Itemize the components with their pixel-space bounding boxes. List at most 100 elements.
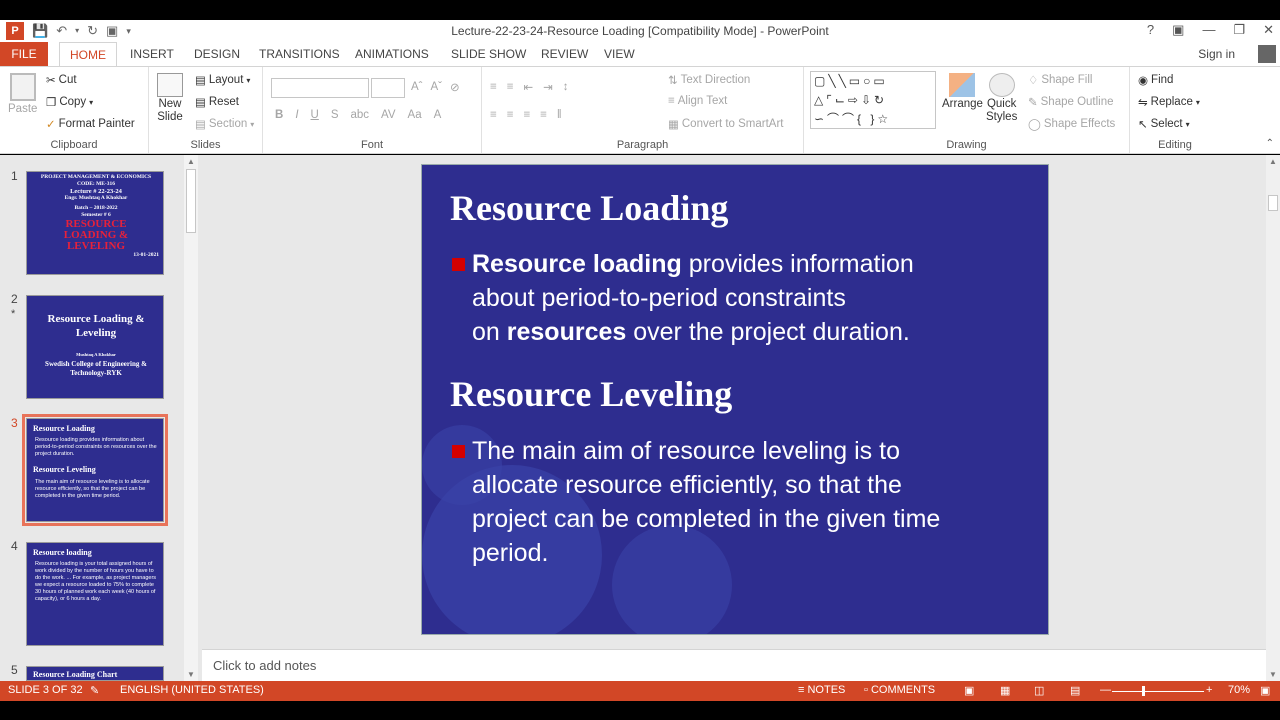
shadow-icon[interactable]: S (331, 109, 339, 121)
align-right-icon[interactable]: ≡ (523, 109, 530, 121)
slide-text: provides information (681, 250, 914, 278)
zoom-out-icon[interactable]: — (1100, 684, 1111, 696)
shapes-gallery[interactable]: ▢╲╲▭○▭ △⌜⌙⇨⇩↻ ∽⌒⌒{ }☆ (810, 71, 936, 129)
font-size-dropdown[interactable] (371, 78, 405, 98)
columns-icon[interactable]: ‖ (557, 109, 562, 121)
slide-thumbnail-3[interactable]: Resource Loading Resource loading provid… (22, 414, 168, 526)
clear-formatting-icon[interactable]: ⊘ (450, 80, 460, 94)
slide-heading-2[interactable]: Resource Leveling (450, 373, 732, 415)
decrease-font-icon[interactable]: Aˇ (431, 81, 443, 93)
slide-thumbnail-4[interactable]: Resource loading Resource loading is you… (26, 542, 164, 646)
increase-font-icon[interactable]: Aˆ (411, 81, 423, 93)
decrease-indent-icon[interactable]: ⇤ (523, 80, 533, 94)
increase-indent-icon[interactable]: ⇥ (543, 80, 553, 94)
ribbon-display-options-icon[interactable]: ▣ (1172, 22, 1184, 38)
restore-icon[interactable]: ❐ (1233, 22, 1245, 38)
copy-button[interactable]: ❐ Copy ▾ (46, 95, 93, 109)
italic-icon[interactable]: I (295, 109, 298, 121)
zoom-slider-thumb[interactable] (1141, 686, 1145, 696)
tab-home[interactable]: HOME (59, 42, 117, 66)
sign-in-link[interactable]: Sign in (1198, 47, 1235, 61)
language-indicator[interactable]: ENGLISH (UNITED STATES) (120, 684, 264, 696)
close-icon[interactable]: ✕ (1263, 22, 1274, 38)
tab-insert[interactable]: INSERT (120, 42, 184, 66)
help-icon[interactable]: ? (1147, 22, 1154, 38)
thumbnail-text: Resource loading provides information ab… (35, 437, 157, 457)
slide-sorter-view-icon[interactable]: ▦ (1000, 684, 1010, 697)
notes-button[interactable]: ≡ NOTES (798, 684, 845, 696)
font-color-icon[interactable]: A (434, 109, 442, 121)
paragraph-group-label: Paragraph (616, 139, 669, 151)
find-button[interactable]: ◉ Find (1138, 73, 1173, 87)
character-spacing-icon[interactable]: AV (381, 109, 396, 121)
thumbnails-scroll-thumb[interactable] (186, 169, 196, 233)
layout-button[interactable]: ▤ Layout ▾ (195, 73, 250, 87)
tab-slide-show[interactable]: SLIDE SHOW (441, 42, 536, 66)
zoom-slider-track[interactable] (1112, 691, 1204, 692)
reset-button[interactable]: ▤ Reset (195, 95, 239, 109)
slide-thumbnail-1[interactable]: PROJECT MANAGEMENT & ECONOMICS CODE: ME-… (26, 171, 164, 275)
thumbnail-text: Batch – 2018-2022 (74, 205, 118, 211)
numbering-icon[interactable]: ≡ (507, 81, 514, 93)
replace-button[interactable]: ⇋ Replace ▾ (1138, 95, 1200, 109)
font-name-dropdown[interactable] (271, 78, 369, 98)
tab-file[interactable]: FILE (0, 42, 48, 66)
text-direction-button[interactable]: ⇅ Text Direction (668, 73, 750, 87)
tab-animations[interactable]: ANIMATIONS (345, 42, 439, 66)
slide-scroll-thumb[interactable] (1268, 195, 1278, 211)
thumbnails-scrollbar[interactable]: ▲ ▼ (184, 155, 198, 681)
zoom-in-icon[interactable]: + (1206, 684, 1212, 696)
slide-text-line: on resources over the project duration. (472, 315, 1008, 349)
slide-scrollbar[interactable]: ▲ ▼ (1266, 155, 1280, 681)
arrange-button[interactable]: Arrange (942, 73, 983, 110)
change-case-icon[interactable]: Aa (408, 109, 422, 121)
justify-icon[interactable]: ≡ (540, 109, 547, 121)
slide-thumbnail-2[interactable]: Resource Loading & Leveling Mushtaq A Kh… (26, 295, 164, 399)
notes-pane[interactable]: Click to add notes (202, 649, 1266, 681)
shape-outline-button[interactable]: ✎ Shape Outline (1028, 95, 1114, 109)
tab-transitions[interactable]: TRANSITIONS (249, 42, 350, 66)
reading-view-icon[interactable]: ◫ (1034, 684, 1044, 697)
slideshow-view-icon[interactable]: ▤ (1070, 684, 1080, 697)
quick-styles-button[interactable]: Quick Styles (986, 73, 1017, 123)
convert-smartart-button[interactable]: ▦ Convert to SmartArt (668, 117, 784, 131)
comments-button[interactable]: ▫ COMMENTS (864, 684, 935, 696)
align-left-icon[interactable]: ≡ (490, 109, 497, 121)
format-painter-button[interactable]: ✓ Format Painter (46, 117, 135, 131)
user-avatar[interactable] (1258, 45, 1276, 63)
align-text-button[interactable]: ≡ Align Text (668, 95, 727, 107)
scroll-up-icon[interactable]: ▲ (1269, 157, 1277, 166)
line-spacing-icon[interactable]: ↕ (563, 81, 569, 93)
slide-heading-1[interactable]: Resource Loading (450, 187, 728, 229)
paste-button[interactable]: Paste (8, 73, 37, 115)
slide-thumbnail-5[interactable]: Resource Loading Chart (26, 666, 164, 681)
spelling-check-icon[interactable]: ✎ (90, 684, 99, 697)
tab-view[interactable]: VIEW (594, 42, 645, 66)
bullets-icon[interactable]: ≡ (490, 81, 497, 93)
fit-to-window-icon[interactable]: ▣ (1260, 684, 1270, 697)
section-button[interactable]: ▤ Section ▾ (195, 117, 254, 131)
shape-effects-button[interactable]: ◯ Shape Effects (1028, 117, 1115, 131)
normal-view-icon[interactable]: ▣ (964, 684, 974, 697)
new-slide-button[interactable]: New Slide (157, 73, 183, 123)
tab-review[interactable]: REVIEW (531, 42, 598, 66)
collapse-ribbon-icon[interactable]: ⌃ (1266, 138, 1274, 149)
bottom-black-bar (0, 701, 1280, 720)
zoom-level[interactable]: 70% (1228, 684, 1250, 696)
underline-icon[interactable]: U (311, 109, 319, 121)
scroll-down-icon[interactable]: ▼ (187, 670, 195, 679)
tab-design[interactable]: DESIGN (184, 42, 250, 66)
current-slide[interactable]: Resource Loading Resource loading provid… (421, 164, 1049, 635)
slide-bullet-2[interactable]: The main aim of resource leveling is to … (472, 434, 1008, 570)
align-center-icon[interactable]: ≡ (507, 109, 514, 121)
cut-button[interactable]: ✂ Cut (46, 73, 77, 87)
scroll-down-icon[interactable]: ▼ (1269, 670, 1277, 679)
slide-bullet-1[interactable]: Resource loading provides information ab… (472, 247, 1008, 349)
bold-icon[interactable]: B (275, 109, 283, 121)
scroll-up-icon[interactable]: ▲ (187, 157, 195, 166)
minimize-icon[interactable]: — (1202, 22, 1215, 38)
strikethrough-icon[interactable]: abc (351, 109, 370, 121)
align-text-label: Align Text (677, 95, 728, 107)
select-button[interactable]: ↖ Select ▾ (1138, 117, 1190, 131)
shape-fill-button[interactable]: ♢ Shape Fill (1028, 73, 1092, 87)
